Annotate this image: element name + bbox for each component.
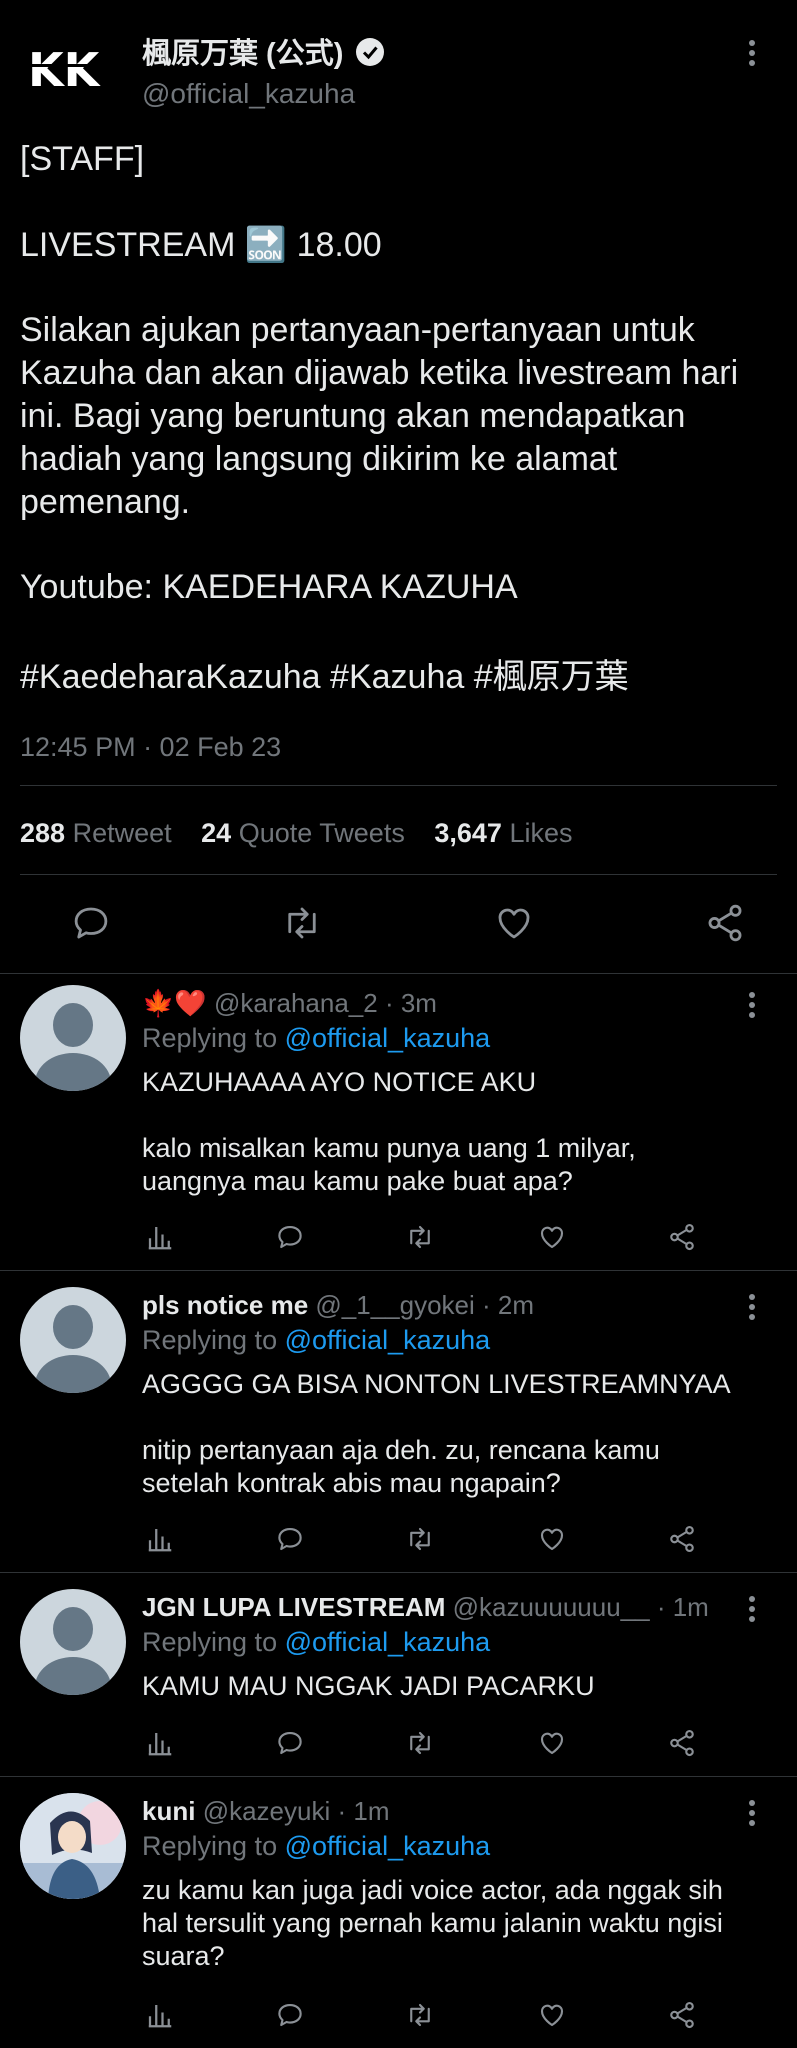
share-icon[interactable] — [704, 902, 746, 944]
likes-stat[interactable]: 3,647 Likes — [434, 818, 572, 848]
reply-text-line: kalo misalkan kamu punya uang 1 milyar, — [142, 1133, 636, 1163]
share-icon[interactable] — [667, 1524, 697, 1554]
author-handle[interactable]: @official_kazuha — [142, 78, 355, 110]
divider — [0, 973, 797, 974]
reply-header: pls notice me @_1__gyokei · 2m — [142, 1290, 534, 1321]
reply-text-line: uangnya mau kamu pake buat apa? — [142, 1166, 573, 1196]
logo-text: KK — [28, 43, 102, 96]
like-heart-icon[interactable] — [536, 1524, 568, 1554]
reply-header: kuni @kazeyuki · 1m — [142, 1796, 389, 1827]
replying-to-link[interactable]: @official_kazuha — [285, 1023, 491, 1053]
author-name-text: 楓原万葉 (公式) — [142, 38, 344, 70]
more-options-icon[interactable] — [747, 992, 757, 1022]
avatar[interactable] — [20, 1287, 126, 1393]
reply-text-line: KAMU MAU NGGAK JADI PACARKU — [142, 1671, 595, 1701]
divider — [0, 1572, 797, 1573]
more-options-icon[interactable] — [747, 40, 757, 70]
reply-text-line: setelah kontrak abis mau ngapain? — [142, 1468, 561, 1498]
reply-author-name[interactable]: kuni — [142, 1796, 195, 1826]
quote-stat[interactable]: 24 Quote Tweets — [201, 818, 405, 848]
reply-text-line: KAZUHAAAA AYO NOTICE AKU — [142, 1067, 537, 1097]
hashtag-link[interactable]: #Kazuha — [330, 658, 464, 696]
replying-to-link[interactable]: @official_kazuha — [285, 1831, 491, 1861]
divider — [0, 1270, 797, 1271]
divider — [20, 874, 777, 875]
reply-time: · 3m — [384, 988, 437, 1018]
more-options-icon[interactable] — [747, 1294, 757, 1324]
replying-to: Replying to @official_kazuha — [142, 1325, 491, 1355]
author-logo[interactable]: KK — [26, 42, 122, 96]
tweet-stats: 288 Retweet 24 Quote Tweets 3,647 Likes — [20, 818, 572, 849]
reply-icon[interactable] — [275, 1524, 305, 1554]
tweet-line-staff: [STAFF] — [20, 140, 145, 178]
tweet-line: Silakan ajukan pertanyaan-pertanyaan unt… — [20, 311, 695, 349]
reply-author-name[interactable]: 🍁❤️ — [142, 988, 207, 1018]
tweet-line-youtube: Youtube: KAEDEHARA KAZUHA — [20, 568, 518, 606]
tweet-line: pemenang. — [20, 483, 191, 521]
divider — [0, 1776, 797, 1777]
share-icon[interactable] — [667, 1728, 697, 1758]
reply-author-handle[interactable]: @_1__gyokei — [315, 1290, 474, 1320]
tweet-line: hadiah yang langsung dikirim ke alamat — [20, 440, 618, 478]
analytics-icon[interactable] — [145, 1524, 175, 1554]
reply-time: · 2m — [482, 1290, 535, 1320]
retweet-stat[interactable]: 288 Retweet — [20, 818, 172, 848]
verified-badge-icon — [355, 37, 385, 67]
reply-header: JGN LUPA LIVESTREAM @kazuuuuuuu__ · 1m — [142, 1592, 709, 1623]
share-icon[interactable] — [667, 2000, 697, 2030]
more-options-icon[interactable] — [747, 1596, 757, 1626]
reply-text-line: AGGGG GA BISA NONTON LIVESTREAMNYAA — [142, 1369, 731, 1399]
reply-author-handle[interactable]: @kazuuuuuuu__ — [453, 1592, 650, 1622]
reply-author-name[interactable]: pls notice me — [142, 1290, 308, 1320]
replying-to-link[interactable]: @official_kazuha — [285, 1627, 491, 1657]
replying-to: Replying to @official_kazuha — [142, 1627, 491, 1657]
divider — [20, 785, 777, 786]
reply-text-line: hal tersulit yang pernah kamu jalanin wa… — [142, 1908, 723, 1938]
share-icon[interactable] — [667, 1222, 697, 1252]
reply-icon[interactable] — [275, 1222, 305, 1252]
reply-time: · 1m — [337, 1796, 390, 1826]
replying-to: Replying to @official_kazuha — [142, 1023, 491, 1053]
reply-text-line: suara? — [142, 1941, 225, 1971]
reply-icon[interactable] — [275, 2000, 305, 2030]
analytics-icon[interactable] — [145, 1728, 175, 1758]
reply-author-handle[interactable]: @karahana_2 — [214, 988, 378, 1018]
retweet-icon[interactable] — [404, 1524, 436, 1554]
avatar[interactable] — [20, 985, 126, 1091]
reply-text-line: nitip pertanyaan aja deh. zu, rencana ka… — [142, 1435, 660, 1465]
replying-to: Replying to @official_kazuha — [142, 1831, 491, 1861]
reply-time: · 1m — [656, 1592, 709, 1622]
analytics-icon[interactable] — [145, 1222, 175, 1252]
retweet-icon[interactable] — [404, 1222, 436, 1252]
like-heart-icon[interactable] — [536, 1728, 568, 1758]
hashtag-link[interactable]: #楓原万葉 — [474, 658, 629, 696]
retweet-icon[interactable] — [280, 902, 324, 944]
anime-avatar-image — [20, 1793, 126, 1899]
tweet-timestamp[interactable]: 12:45 PM · 02 Feb 23 — [20, 732, 281, 763]
hashtag-row: #KaedeharaKazuha #Kazuha #楓原万葉 — [20, 656, 629, 699]
reply-header: 🍁❤️ @karahana_2 · 3m — [142, 988, 437, 1019]
author-name[interactable]: 楓原万葉 (公式) — [142, 30, 385, 72]
reply-icon[interactable] — [275, 1728, 305, 1758]
avatar[interactable] — [20, 1589, 126, 1695]
reply-icon[interactable] — [70, 902, 112, 944]
avatar[interactable] — [20, 1793, 126, 1899]
reply-author-name[interactable]: JGN LUPA LIVESTREAM — [142, 1592, 445, 1622]
more-options-icon[interactable] — [747, 1800, 757, 1830]
analytics-icon[interactable] — [145, 2000, 175, 2030]
tweet-line-livestream: LIVESTREAM 🔜 18.00 — [20, 226, 382, 264]
tweet-line: Kazuha dan akan dijawab ketika livestrea… — [20, 354, 739, 392]
reply-text-line: zu kamu kan juga jadi voice actor, ada n… — [142, 1875, 723, 1905]
retweet-icon[interactable] — [404, 1728, 436, 1758]
retweet-icon[interactable] — [404, 2000, 436, 2030]
like-heart-icon[interactable] — [536, 1222, 568, 1252]
replying-to-link[interactable]: @official_kazuha — [285, 1325, 491, 1355]
like-heart-icon[interactable] — [536, 2000, 568, 2030]
hashtag-link[interactable]: #KaedeharaKazuha — [20, 658, 321, 696]
reply-author-handle[interactable]: @kazeyuki — [203, 1796, 331, 1826]
tweet-line: ini. Bagi yang beruntung akan mendapatka… — [20, 397, 686, 435]
like-heart-icon[interactable] — [492, 902, 536, 944]
